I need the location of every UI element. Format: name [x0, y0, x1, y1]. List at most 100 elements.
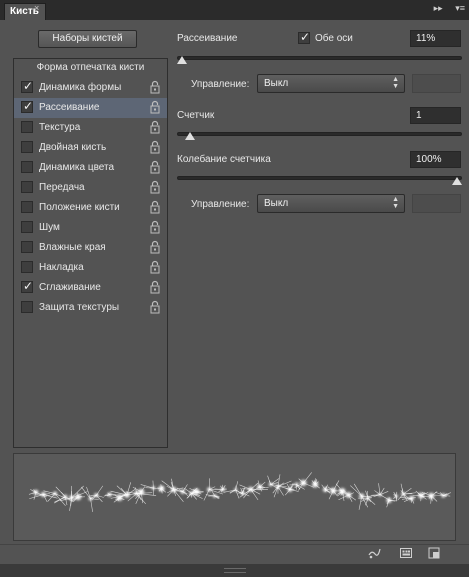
control-select-2[interactable]: Выкл ▲ ▼	[257, 194, 405, 213]
sparkle	[393, 491, 398, 501]
list-item[interactable]: Двойная кисть	[14, 138, 167, 158]
lock-icon[interactable]	[150, 180, 160, 194]
count-label: Счетчик	[177, 110, 215, 121]
sparkle	[294, 472, 314, 491]
list-item-checkbox[interactable]	[21, 161, 33, 173]
lock-icon[interactable]	[150, 280, 160, 294]
list-item-checkbox[interactable]	[21, 201, 33, 213]
list-item-label: Положение кисти	[39, 202, 120, 213]
list-item-checkbox[interactable]	[21, 261, 33, 273]
list-item[interactable]: Защита текстуры	[14, 298, 167, 318]
list-item-checkbox[interactable]: ✓	[21, 279, 34, 293]
list-item[interactable]: Текстура	[14, 118, 167, 138]
sparkle	[335, 483, 347, 501]
list-item-label: Защита текстуры	[39, 302, 120, 313]
lock-icon[interactable]	[150, 140, 160, 154]
list-item-label: Двойная кисть	[39, 142, 107, 153]
list-item-checkbox[interactable]	[21, 301, 33, 313]
list-item[interactable]: Влажные края	[14, 238, 167, 258]
list-item[interactable]: ✓ Рассеивание	[14, 98, 167, 118]
lock-icon[interactable]	[150, 80, 160, 94]
count-jitter-label: Колебание счетчика	[177, 154, 271, 165]
checkmark-icon: ✓	[23, 99, 34, 113]
list-item-label: Рассеивание	[39, 102, 100, 113]
lock-icon[interactable]	[150, 100, 160, 114]
checkmark-icon: ✓	[23, 79, 34, 93]
list-item-label: Передача	[39, 182, 85, 193]
brush-presets-button[interactable]: Наборы кистей	[38, 30, 137, 48]
collapse-icon[interactable]: ▸▸	[434, 3, 443, 14]
list-item-checkbox[interactable]	[21, 141, 33, 153]
checkmark-icon: ✓	[23, 279, 34, 293]
list-item-checkbox[interactable]: ✓	[21, 79, 34, 93]
brush-stroke-image	[28, 472, 451, 513]
list-item[interactable]: Динамика цвета	[14, 158, 167, 178]
list-item-checkbox[interactable]	[21, 121, 33, 133]
list-item-checkbox[interactable]: ✓	[21, 99, 34, 113]
list-item[interactable]: ✓ Динамика формы	[14, 78, 167, 98]
list-item-label: Шум	[39, 222, 60, 233]
panel-tab-bar	[0, 0, 469, 21]
scatter-label: Рассеивание	[177, 33, 238, 44]
sparkle	[81, 486, 99, 513]
resize-grip-icon[interactable]	[224, 568, 246, 573]
brush-grid-icon[interactable]	[399, 546, 413, 560]
count-value-field[interactable]: 1	[410, 107, 461, 124]
lock-icon[interactable]	[150, 260, 160, 274]
close-icon[interactable]: ×	[34, 3, 39, 13]
sparkle	[311, 478, 320, 489]
count-jitter-slider-track[interactable]	[177, 176, 462, 180]
control-label-2: Управление:	[191, 199, 250, 210]
select-arrows-icon: ▲ ▼	[392, 76, 399, 90]
lock-icon[interactable]	[150, 120, 160, 134]
scatter-slider-track[interactable]	[177, 56, 462, 60]
both-axes-checkbox[interactable]: ✓	[298, 30, 311, 44]
list-item-label: Влажные края	[39, 242, 106, 253]
lock-icon[interactable]	[150, 300, 160, 314]
scatter-slider-thumb[interactable]	[177, 56, 187, 64]
list-item-checkbox[interactable]	[21, 221, 33, 233]
sparkle	[174, 484, 189, 496]
control-select-2-value: Выкл	[264, 198, 289, 209]
list-item-label: Динамика формы	[39, 82, 122, 93]
toggle-live-tip-icon[interactable]	[367, 546, 381, 560]
sparkle	[214, 484, 226, 493]
lock-icon[interactable]	[150, 240, 160, 254]
list-item-label: Накладка	[39, 262, 84, 273]
panel-controls: ▸▸ ▾≡	[424, 3, 465, 14]
list-item-label: Текстура	[39, 122, 81, 133]
tab-brush[interactable]: Кисть	[4, 3, 46, 20]
new-brush-icon[interactable]	[427, 546, 441, 560]
sparkle	[157, 484, 167, 494]
select-arrows-icon: ▲ ▼	[392, 196, 399, 210]
count-jitter-slider-thumb[interactable]	[452, 177, 462, 185]
list-item[interactable]: Передача	[14, 178, 167, 198]
brush-tip-shape-item[interactable]: Форма отпечатка кисти	[13, 60, 168, 76]
lock-icon[interactable]	[150, 160, 160, 174]
list-item-checkbox[interactable]	[21, 241, 33, 253]
sparkle	[399, 495, 416, 504]
brush-stroke-preview	[13, 453, 456, 541]
sparkle	[223, 481, 243, 499]
count-slider-track[interactable]	[177, 132, 462, 136]
both-axes-label: Обе оси	[315, 33, 353, 44]
count-jitter-value-field[interactable]: 100%	[410, 151, 461, 168]
control-select-1-value: Выкл	[264, 78, 289, 89]
count-slider-thumb[interactable]	[185, 132, 196, 140]
control-target-2	[412, 194, 461, 213]
sparkle	[386, 497, 398, 508]
control-target-1	[412, 74, 461, 93]
list-item[interactable]: Положение кисти	[14, 198, 167, 218]
scatter-value-field[interactable]: 11%	[410, 30, 461, 47]
control-select-1[interactable]: Выкл ▲ ▼	[257, 74, 405, 93]
list-item-checkbox[interactable]	[21, 181, 33, 193]
list-item[interactable]: Шум	[14, 218, 167, 238]
lock-icon[interactable]	[150, 200, 160, 214]
panel-menu-icon[interactable]: ▾≡	[455, 3, 465, 14]
control-label-1: Управление:	[191, 79, 250, 90]
list-item-label: Сглаживание	[39, 282, 101, 293]
lock-icon[interactable]	[150, 220, 160, 234]
list-item[interactable]: Накладка	[14, 258, 167, 278]
list-item[interactable]: ✓ Сглаживание	[14, 278, 167, 298]
checkmark-icon: ✓	[300, 30, 311, 44]
